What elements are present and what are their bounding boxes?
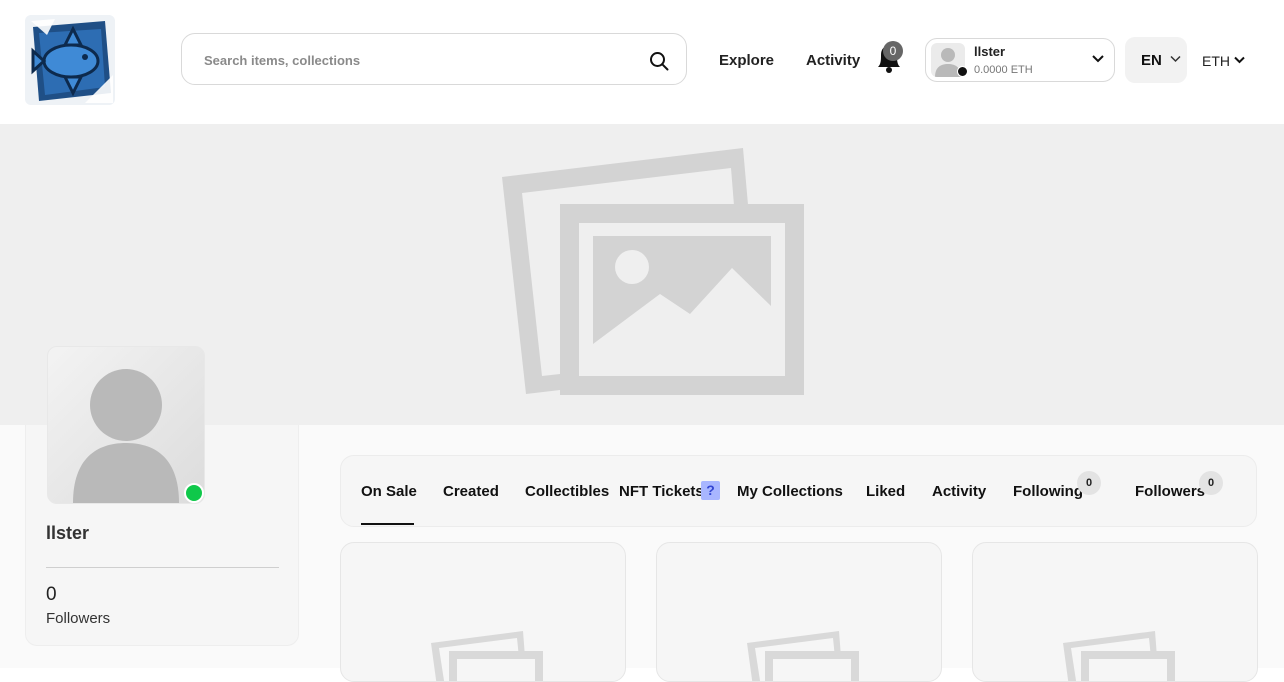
nav-activity-link[interactable]: Activity	[806, 52, 860, 69]
search-input[interactable]	[202, 34, 646, 86]
header: Explore Activity 0 llster 0.0000 ETH EN …	[0, 0, 1284, 124]
nav-explore-link[interactable]: Explore	[719, 52, 774, 69]
user-name: llster	[974, 44, 1006, 59]
currency-selector[interactable]: ETH	[1197, 45, 1249, 75]
tab-followers[interactable]: Followers	[1135, 483, 1205, 500]
item-card[interactable]	[656, 542, 942, 682]
followers-count[interactable]: 0	[46, 584, 57, 606]
logo-icon[interactable]	[25, 15, 115, 105]
profile-name: llster	[46, 523, 90, 543]
chevron-down-icon	[1092, 55, 1104, 63]
image-placeholder-icon	[431, 631, 543, 681]
tab-created[interactable]: Created	[443, 483, 499, 500]
user-menu-button[interactable]: llster 0.0000 ETH	[925, 38, 1115, 82]
chevron-down-icon	[1234, 56, 1245, 64]
image-placeholder-icon	[747, 631, 859, 681]
user-status-dot	[957, 66, 968, 77]
search-box[interactable]	[181, 33, 687, 86]
help-icon[interactable]: ?	[701, 481, 720, 500]
tab-collectibles[interactable]: Collectibles	[525, 483, 609, 500]
item-card[interactable]	[972, 542, 1258, 682]
image-placeholder-icon	[1063, 631, 1175, 681]
tab-nft-tickets[interactable]: NFT Tickets	[619, 483, 704, 500]
tab-liked[interactable]: Liked	[866, 483, 905, 500]
divider	[46, 567, 279, 568]
following-count-badge: 0	[1077, 471, 1101, 495]
image-placeholder-icon	[502, 148, 804, 395]
avatar-placeholder-icon	[73, 369, 179, 503]
user-balance: 0.0000 ETH	[974, 64, 1033, 76]
online-status-dot	[184, 483, 204, 503]
tab-on-sale[interactable]: On Sale	[361, 483, 417, 500]
language-label: EN	[1141, 52, 1162, 69]
active-tab-indicator	[361, 523, 414, 525]
followers-count-badge: 0	[1199, 471, 1223, 495]
chevron-down-icon	[1170, 55, 1181, 63]
language-selector[interactable]: EN	[1125, 37, 1187, 83]
notification-count-badge: 0	[883, 41, 903, 61]
tab-my-collections[interactable]: My Collections	[737, 483, 843, 500]
search-icon[interactable]	[649, 51, 669, 71]
item-card[interactable]	[340, 542, 626, 682]
currency-label: ETH	[1202, 53, 1230, 69]
followers-label[interactable]: Followers	[46, 610, 110, 627]
tab-activity[interactable]: Activity	[932, 483, 986, 500]
tab-following[interactable]: Following	[1013, 483, 1083, 500]
avatar[interactable]	[47, 346, 205, 504]
